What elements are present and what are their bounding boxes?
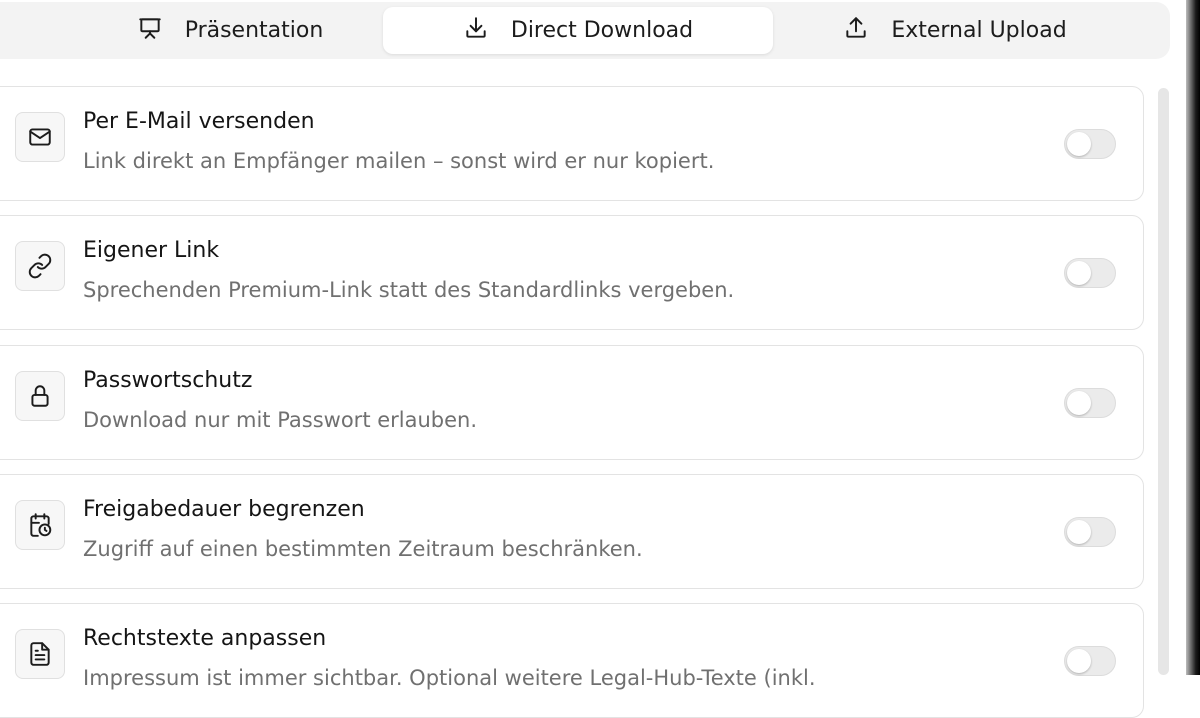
option-title: Freigabedauer begrenzen: [83, 497, 365, 522]
option-description: Zugriff auf einen bestimmten Zeitraum be…: [83, 537, 643, 561]
toggle-knob: [1067, 391, 1091, 415]
option-description: Impressum ist immer sichtbar. Optional w…: [83, 666, 816, 690]
custom-link-toggle[interactable]: [1064, 258, 1116, 288]
document-icon: [15, 629, 65, 679]
option-title: Passwortschutz: [83, 368, 253, 393]
option-card-legal: Rechtstexte anpassen Impressum ist immer…: [0, 603, 1144, 718]
scrollbar[interactable]: [1158, 88, 1169, 675]
toggle-knob: [1067, 520, 1091, 544]
email-toggle[interactable]: [1064, 129, 1116, 159]
toggle-knob: [1067, 261, 1091, 285]
link-icon: [15, 241, 65, 291]
option-card-email: Per E-Mail versenden Link direkt an Empf…: [0, 86, 1144, 201]
option-title: Per E-Mail versenden: [83, 109, 315, 134]
window-edge: [1186, 0, 1200, 675]
calendar-clock-icon: [15, 500, 65, 550]
expiry-toggle[interactable]: [1064, 517, 1116, 547]
option-card-expiry: Freigabedauer begrenzen Zugriff auf eine…: [0, 474, 1144, 589]
password-toggle[interactable]: [1064, 388, 1116, 418]
option-card-custom-link: Eigener Link Sprechenden Premium-Link st…: [0, 215, 1144, 330]
tab-external-upload[interactable]: External Upload: [790, 7, 1120, 54]
legal-toggle[interactable]: [1064, 646, 1116, 676]
download-icon: [463, 15, 489, 47]
tab-label: External Upload: [891, 18, 1067, 43]
tab-label: Direct Download: [510, 18, 694, 43]
lock-icon: [15, 371, 65, 421]
share-mode-tabs: Präsentation Direct Download External Up…: [0, 2, 1170, 59]
upload-icon: [843, 15, 869, 47]
tab-presentation[interactable]: Präsentation: [80, 7, 380, 54]
tab-direct-download[interactable]: Direct Download: [383, 7, 773, 54]
tab-label: Präsentation: [184, 18, 324, 43]
option-description: Sprechenden Premium-Link statt des Stand…: [83, 278, 735, 302]
presentation-icon: [137, 15, 163, 47]
toggle-knob: [1067, 649, 1091, 673]
toggle-knob: [1067, 132, 1091, 156]
option-card-password: Passwortschutz Download nur mit Passwort…: [0, 345, 1144, 460]
option-title: Eigener Link: [83, 238, 220, 263]
option-description: Link direkt an Empfänger mailen – sonst …: [83, 149, 715, 173]
mail-icon: [15, 112, 65, 162]
option-title: Rechtstexte anpassen: [83, 626, 327, 651]
option-description: Download nur mit Passwort erlauben.: [83, 408, 478, 432]
